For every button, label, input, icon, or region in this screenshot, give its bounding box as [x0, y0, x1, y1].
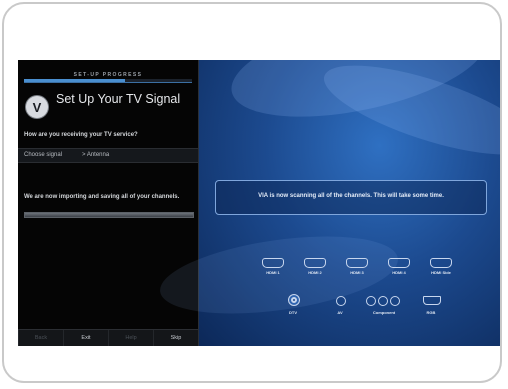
scan-message-box: VIA is now scanning all of the channels.… [215, 180, 487, 215]
hdmi-1-label: HDMI 1 [266, 270, 280, 275]
help-button[interactable]: Help [108, 330, 153, 346]
rgb-port-icon [423, 296, 441, 305]
setup-progress-label: SET-UP PROGRESS [73, 72, 143, 78]
av-label: AV [337, 310, 343, 315]
logo-letter: V [32, 100, 42, 115]
hdmi-port-icon [346, 258, 368, 268]
dtv-label: DTV [289, 310, 297, 315]
exit-button[interactable]: Exit [63, 330, 108, 346]
hdmi-4-label: HDMI 4 [392, 270, 406, 275]
component-jack-icon [390, 296, 400, 306]
hdmi-port-icon [304, 258, 326, 268]
hdmi-port-icon [262, 258, 284, 268]
import-progress-bar [24, 212, 194, 218]
choose-signal-value: > Antenna [82, 152, 110, 158]
skip-button[interactable]: Skip [153, 330, 198, 346]
setup-progress-bar [24, 79, 192, 83]
rgb-label: RGB [426, 310, 436, 315]
hdmi-2-label: HDMI 2 [308, 270, 322, 275]
av-jack-icon [336, 296, 346, 306]
import-status-text: We are now importing and saving all of y… [24, 194, 180, 200]
component-jack-icon [366, 296, 376, 306]
setup-question: How are you receiving your TV service? [24, 132, 138, 138]
vizio-logo: V [26, 96, 48, 118]
choose-signal-label: Choose signal [24, 152, 63, 158]
page-title: Set Up Your TV Signal [56, 92, 181, 106]
button-bar: Back Exit Help Skip [18, 329, 198, 346]
hdmi-port-icon [430, 258, 452, 268]
back-button[interactable]: Back [18, 330, 63, 346]
choose-signal-row[interactable]: Choose signal > Antenna [18, 148, 198, 163]
hdmi-3-label: HDMI 3 [350, 270, 364, 275]
scan-message: VIA is now scanning all of the channels.… [258, 193, 444, 199]
component-label: Component [372, 310, 396, 315]
setup-progress-fill [24, 79, 125, 82]
dtv-coax-icon [288, 294, 300, 306]
device-frame: SET-UP PROGRESS V Set Up Your TV Signal … [2, 2, 502, 383]
hdmi-side-label: HDMI Side [431, 270, 451, 275]
hdmi-port-icon [388, 258, 410, 268]
component-jack-icon [378, 296, 388, 306]
scan-area: VIA is now scanning all of the channels.… [155, 60, 500, 346]
tv-screen: SET-UP PROGRESS V Set Up Your TV Signal … [18, 60, 500, 346]
background-streak [315, 60, 500, 173]
